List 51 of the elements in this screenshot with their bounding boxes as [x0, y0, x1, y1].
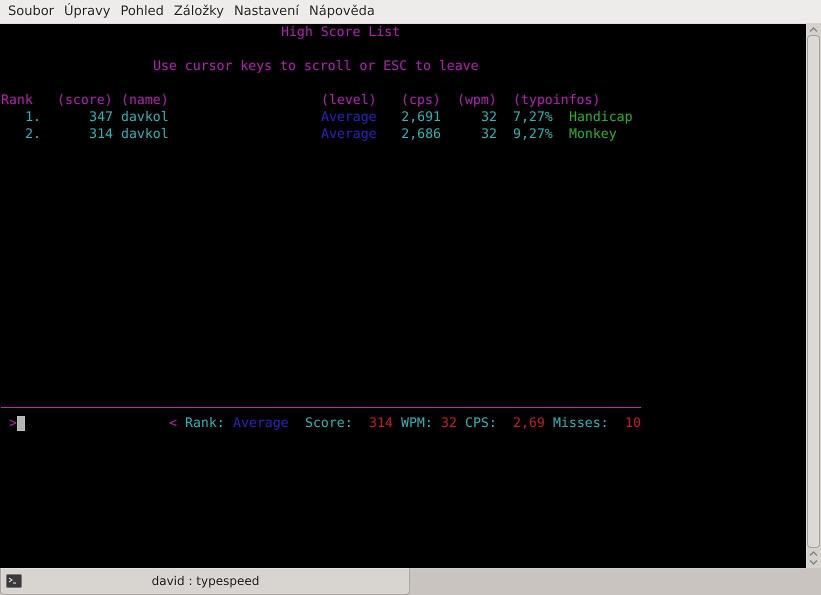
table-cell-text: 9,27%: [513, 126, 554, 143]
table-cell-text: 32: [480, 126, 497, 143]
column-header: (cps): [401, 92, 441, 109]
table-cell-text: davkol: [121, 126, 170, 143]
column-header: (score): [57, 92, 113, 109]
table-cell-text: 1.: [24, 109, 41, 126]
scrollbar-thumb[interactable]: [807, 35, 820, 548]
column-header: (name): [121, 92, 169, 109]
column-header: Rank: [1, 92, 33, 109]
scroll-up-icon[interactable]: [809, 550, 818, 557]
status-value: 314: [369, 415, 393, 432]
table-cell-text: 314: [88, 126, 113, 143]
table-cell-text: Average: [321, 109, 378, 126]
column-header: (typoinfos): [513, 92, 601, 109]
column-header: (wpm): [457, 92, 497, 109]
menu-item[interactable]: Úpravy: [59, 4, 116, 19]
table-cell-text: 347: [88, 109, 113, 126]
status-label: WPM:: [401, 415, 433, 432]
scroll-down-icon[interactable]: [809, 559, 818, 566]
table-cell-text: davkol: [121, 109, 170, 126]
table-cell-text: 32: [480, 109, 497, 126]
menu-item[interactable]: Pohled: [115, 4, 169, 19]
status-value: <: [169, 415, 177, 432]
status-label: CPS:: [465, 415, 497, 432]
table-cell-text: 2.: [24, 126, 41, 143]
terminal-icon: [6, 574, 22, 588]
taskbar-button[interactable]: david : typespeed: [0, 568, 410, 595]
text-cursor: [17, 416, 25, 431]
menu-item[interactable]: Nápověda: [304, 4, 380, 19]
menu-item[interactable]: Záložky: [168, 4, 229, 19]
status-label: Score:: [305, 415, 353, 432]
screen-title: High Score List: [281, 24, 401, 41]
table-cell-text: Handicap: [569, 109, 634, 126]
status-label: Misses:: [553, 415, 609, 432]
table-cell: 2,686: [401, 126, 441, 143]
menu-item[interactable]: Soubor: [3, 4, 59, 19]
prompt-symbol: >: [9, 415, 17, 432]
status-value: 32: [441, 415, 457, 432]
table-cell-text: Monkey: [569, 126, 618, 143]
scroll-up-icon[interactable]: [809, 26, 818, 33]
table-cell-text: 7,27%: [513, 109, 554, 126]
status-value: 2,69: [513, 415, 545, 432]
status-label: Rank:: [185, 415, 225, 432]
menu-item[interactable]: Nastavení: [228, 4, 304, 19]
status-value: Average: [233, 415, 289, 432]
instruction-text: Use cursor keys to scroll or ESC to leave: [153, 58, 480, 75]
table-cell-text: Average: [321, 126, 378, 143]
task-title: david : typespeed: [150, 574, 260, 588]
column-header: (level): [321, 92, 377, 109]
table-cell: 2,691: [401, 109, 441, 126]
status-value: 10: [625, 415, 641, 432]
